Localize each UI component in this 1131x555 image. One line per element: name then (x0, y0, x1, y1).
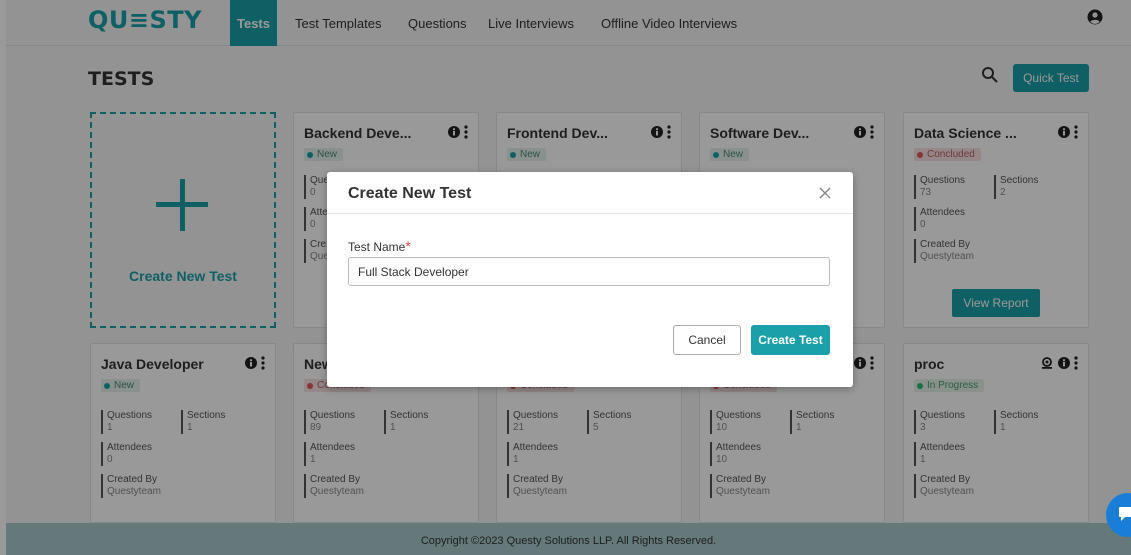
test-name-label: Test Name* (348, 238, 411, 254)
cancel-button[interactable]: Cancel (673, 325, 741, 355)
create-test-button[interactable]: Create Test (751, 325, 830, 355)
chat-icon (1119, 507, 1131, 521)
close-icon[interactable] (819, 187, 831, 199)
test-name-input[interactable] (348, 257, 830, 286)
modal-title: Create New Test (348, 185, 472, 202)
modal-header: Create New Test (327, 172, 853, 214)
create-test-modal: Create New Test Test Name* Cancel Create… (327, 172, 853, 387)
required-asterisk: * (405, 238, 411, 254)
